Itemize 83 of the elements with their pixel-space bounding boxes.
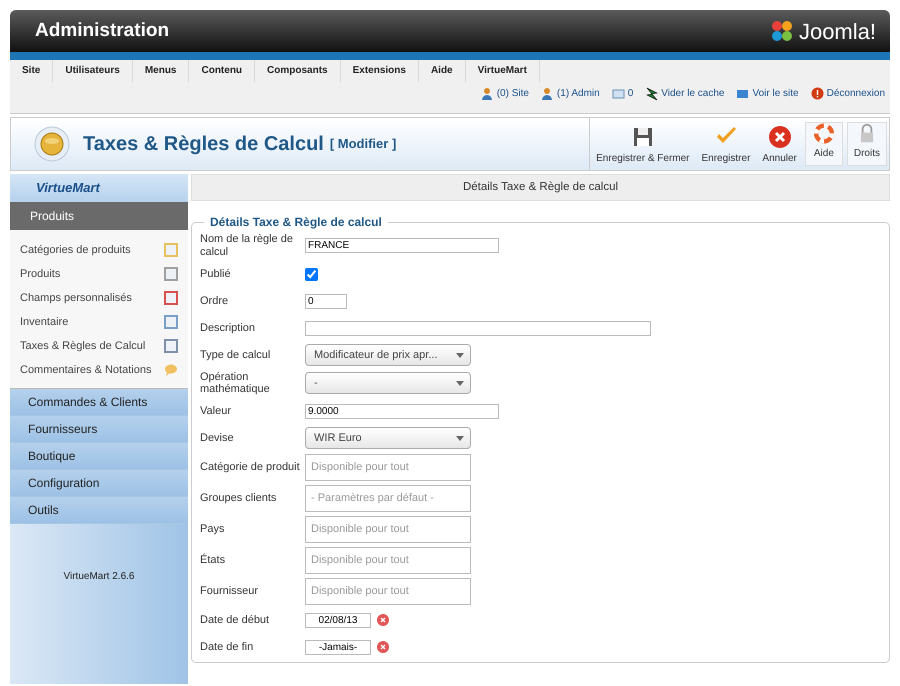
menu-item[interactable]: VirtueMart: [466, 60, 540, 82]
page-title: Taxes & Règles de Calcul: [83, 132, 324, 157]
header-title: Administration: [35, 18, 170, 43]
sidebar-section[interactable]: Configuration: [10, 470, 188, 497]
field-label: Nom de la règle de calcul: [200, 233, 294, 259]
section-header: Détails Taxe & Règle de calcul: [191, 174, 890, 202]
menu-item[interactable]: Aide: [418, 60, 466, 82]
sidebar-section[interactable]: Outils: [10, 497, 188, 524]
status-link[interactable]: 0: [612, 86, 634, 101]
field-label: Groupes clients: [200, 492, 278, 505]
caret-icon: [456, 436, 464, 441]
caret-icon: [456, 352, 464, 358]
toolbar-button[interactable]: Enregistrer: [696, 118, 756, 170]
field-label: Publié: [200, 268, 232, 280]
sidebar-item[interactable]: Catégories de produits: [10, 238, 188, 262]
checkbox[interactable]: [305, 268, 318, 281]
cancel-icon: [768, 125, 792, 149]
status-link[interactable]: Voir le site: [736, 86, 799, 101]
menu-item[interactable]: Site: [10, 60, 54, 82]
stop-icon: [810, 86, 824, 100]
sidebar-logo: VirtueMart: [36, 179, 100, 198]
input-field[interactable]: Disponible pour tout: [305, 546, 471, 574]
sidebar-section[interactable]: Boutique: [10, 443, 188, 470]
toolbar-button[interactable]: Enregistrer & Fermer: [590, 118, 696, 170]
page-subtitle: [ Modifier ]: [330, 135, 396, 154]
menu-item[interactable]: Menus: [132, 60, 190, 82]
menu-item[interactable]: Contenu: [189, 60, 256, 82]
speech-bubble-icon: [164, 363, 178, 377]
sidebar-item[interactable]: Produits: [10, 262, 188, 286]
version-text: VirtueMart 2.6.6: [62, 570, 136, 584]
input-field[interactable]: Disponible pour tout: [305, 516, 471, 543]
clear-button[interactable]: [377, 641, 389, 654]
field-label: Opération mathématique: [200, 370, 271, 396]
user-icon: [540, 86, 554, 100]
dropdown[interactable]: Modificateur de prix apr...: [305, 344, 471, 366]
menu-item[interactable]: Composants: [255, 60, 341, 82]
sidebar-item[interactable]: Taxes & Règles de Calcul: [10, 334, 188, 358]
sidebar-item[interactable]: Champs personnalisés: [10, 286, 188, 310]
caret-icon: [456, 380, 464, 386]
status-link[interactable]: (1) Admin: [540, 86, 600, 101]
toolbar-button[interactable]: Aide: [804, 122, 843, 166]
sidebar-section[interactable]: Commandes & Clients: [10, 389, 188, 416]
field-label: Date de début: [200, 614, 270, 627]
field-label: Type de calcul: [200, 348, 272, 362]
input-field[interactable]: 9.0000: [305, 404, 499, 419]
sidebar-item[interactable]: Inventaire: [10, 310, 188, 334]
input-field[interactable]: Disponible pour tout: [305, 578, 471, 605]
field-label: États: [200, 554, 226, 567]
input-field[interactable]: [305, 320, 651, 336]
toolbar-button[interactable]: Droits: [846, 122, 887, 166]
date-field[interactable]: -Jamais-: [305, 640, 371, 655]
input-field[interactable]: 0: [305, 294, 347, 309]
status-link[interactable]: Vider le cache: [645, 86, 724, 101]
input-field[interactable]: Disponible pour tout: [305, 454, 471, 481]
status-link[interactable]: Déconnexion: [810, 86, 885, 101]
input-field[interactable]: - Paramètres par défaut -: [305, 484, 471, 512]
field-label: Date de fin: [200, 640, 254, 654]
users-icon: [480, 86, 494, 100]
clear-button[interactable]: [377, 614, 389, 626]
lightning-icon: [645, 86, 658, 100]
dropdown[interactable]: WIR Euro: [305, 427, 471, 450]
field-label: Pays: [200, 522, 226, 536]
date-field[interactable]: 02/08/13: [305, 612, 371, 628]
input-field[interactable]: FRANCE: [305, 238, 499, 254]
field-label: Devise: [200, 432, 235, 445]
sidebar-item[interactable]: Commentaires & Notations: [10, 358, 188, 382]
clear-icon: [377, 614, 389, 626]
field-label: Description: [200, 322, 256, 334]
status-link[interactable]: (0) Site: [480, 86, 529, 101]
lifebuoy-icon: [812, 123, 836, 144]
toolbar-button[interactable]: Annuler: [756, 118, 803, 170]
sidebar-section[interactable]: Fournisseurs: [10, 416, 188, 443]
sidebar-section[interactable]: Produits: [10, 202, 188, 230]
menu-item[interactable]: Extensions: [340, 60, 419, 82]
menu-item[interactable]: Utilisateurs: [53, 60, 133, 82]
field-label: Valeur: [200, 404, 232, 418]
field-label: Ordre: [200, 294, 230, 308]
message-icon: [612, 86, 625, 100]
logo-text: Joomla!: [798, 18, 876, 46]
dropdown[interactable]: -: [305, 372, 471, 394]
clear-icon: [377, 641, 389, 654]
field-label: Catégorie de produit: [200, 460, 300, 474]
field-label: Fournisseur: [200, 584, 260, 598]
